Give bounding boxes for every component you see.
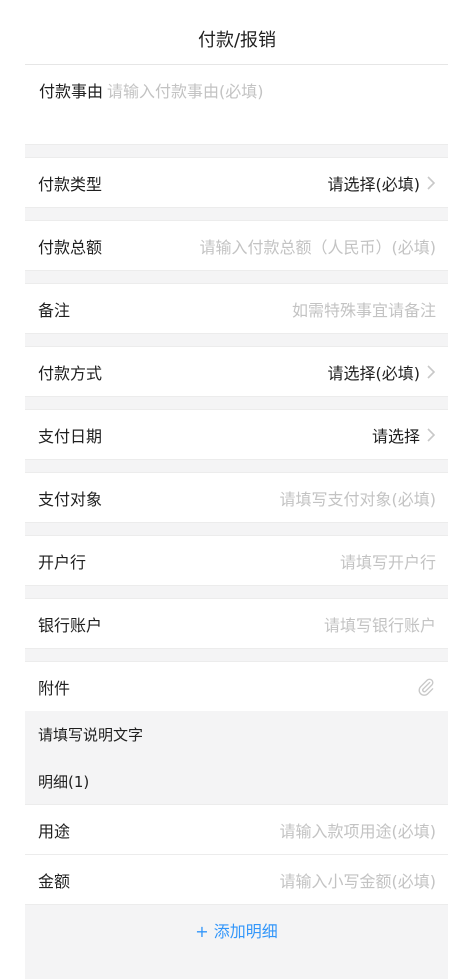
bank-input[interactable]: 请填写开户行 [340,549,436,573]
section-gap [25,522,448,536]
remark-label: 备注 [38,300,71,320]
bank-field[interactable]: 开户行 请填写开户行 [25,536,448,585]
amount-field[interactable]: 金额 请输入小写金额(必填) [25,855,448,904]
chevron-right-icon [427,427,436,442]
payment-method-label: 付款方式 [38,363,103,383]
reason-input[interactable]: 请输入付款事由(必填) [107,78,264,144]
payment-type-select[interactable]: 付款类型 请选择(必填) [25,158,448,207]
note-text: 请填写说明文字 [38,726,144,744]
payment-type-label: 付款类型 [38,174,103,194]
attachment-field[interactable]: 附件 [25,662,448,711]
remark-field[interactable]: 备注 如需特殊事宜请备注 [25,284,448,333]
payee-input[interactable]: 请填写支付对象(必填) [280,486,437,510]
remark-input[interactable]: 如需特殊事宜请备注 [292,297,436,321]
section-gap [25,459,448,473]
payment-date-label: 支付日期 [38,426,103,446]
purpose-label: 用途 [38,821,71,841]
payment-total-input[interactable]: 请输入付款总额（人民币）(必填) [200,234,437,258]
section-gap [25,144,448,158]
chevron-right-icon [427,364,436,379]
payment-date-value: 请选择 [371,426,420,446]
payment-total-label: 付款总额 [38,237,103,257]
payment-method-value: 请选择(必填) [327,363,421,383]
bottom-fill [25,954,448,979]
form: 付款事由 请输入付款事由(必填) 付款类型 请选择(必填) 付款总额 请输入付款… [25,64,448,954]
section-gap [25,648,448,662]
page-title: 付款/报销 [197,30,277,51]
bank-account-label: 银行账户 [38,615,103,635]
attachment-label: 附件 [38,678,71,698]
section-gap [25,207,448,221]
section-gap [25,270,448,284]
payment-total-field[interactable]: 付款总额 请输入付款总额（人民币）(必填) [25,221,448,270]
payee-field[interactable]: 支付对象 请填写支付对象(必填) [25,473,448,522]
detail-title: 明细(1) [25,758,448,805]
bank-account-field[interactable]: 银行账户 请填写银行账户 [25,599,448,648]
paperclip-icon[interactable] [416,677,436,697]
purpose-field[interactable]: 用途 请输入款项用途(必填) [25,805,448,854]
reason-field[interactable]: 付款事由 请输入付款事由(必填) [25,64,448,144]
amount-input[interactable]: 请输入小写金额(必填) [280,868,437,892]
payment-type-value: 请选择(必填) [327,174,421,194]
section-gap [25,585,448,599]
bank-label: 开户行 [38,552,87,572]
payment-date-select[interactable]: 支付日期 请选择 [25,410,448,459]
section-gap [25,396,448,410]
add-detail-button[interactable]: + 添加明细 [25,904,448,954]
payee-label: 支付对象 [38,489,103,509]
bank-account-input[interactable]: 请填写银行账户 [324,612,436,636]
amount-label: 金额 [38,871,71,891]
chevron-right-icon [427,175,436,190]
payment-method-select[interactable]: 付款方式 请选择(必填) [25,347,448,396]
section-gap [25,333,448,347]
purpose-input[interactable]: 请输入款项用途(必填) [280,818,437,842]
reason-label: 付款事由 [39,82,104,101]
